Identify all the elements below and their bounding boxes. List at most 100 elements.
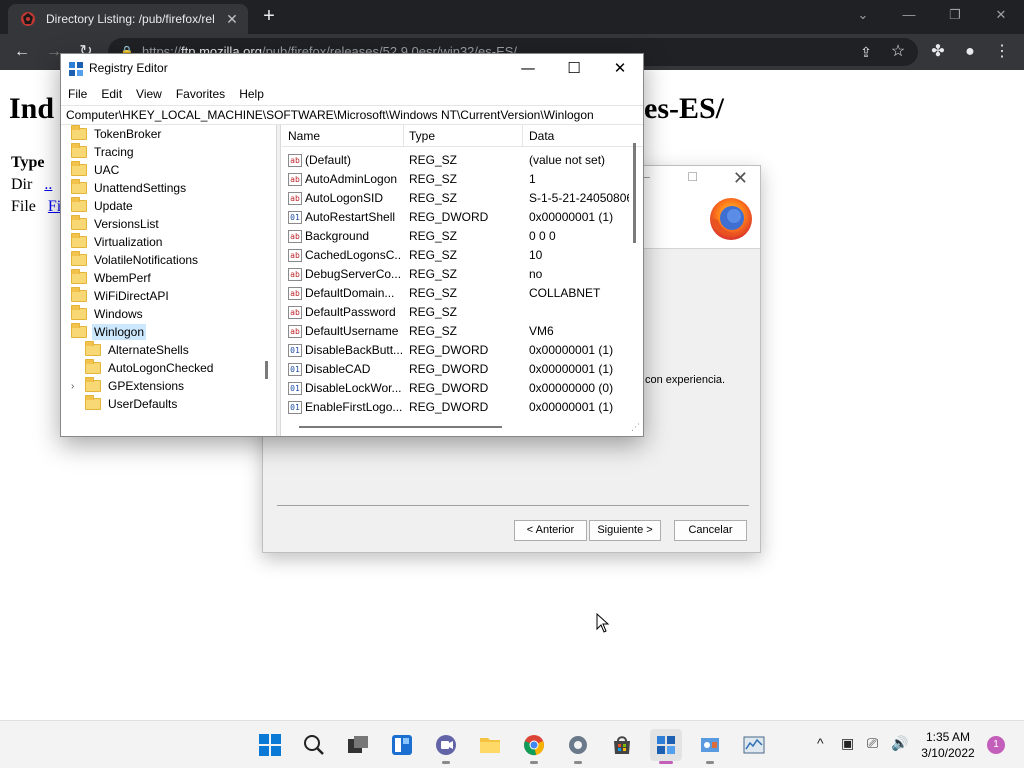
registry-value-row[interactable]: ab CachedLogonsC... REG_SZ 10 [282,246,643,265]
tree-key-windows[interactable]: Windows [67,305,145,323]
tree-key-gpextensions[interactable]: › GPExtensions [71,377,186,395]
browser-menu-icon[interactable]: ⋮ [990,40,1014,64]
registry-values-list[interactable]: Name Type Data ab (Default) REG_SZ (value n… [282,125,643,436]
teams-chat-icon[interactable] [430,729,462,764]
string-value-icon: ab [288,249,302,262]
browser-restore-icon[interactable]: ❐ [932,0,978,30]
menu-help[interactable]: Help [232,84,271,104]
back-arrow-icon[interactable]: ← [10,40,34,64]
registry-value-row[interactable]: 01 DisableCAD REG_DWORD 0x00000001 (1) [282,360,643,379]
value-type: REG_SZ [409,229,458,243]
listing-link-parent[interactable]: .. [44,176,52,193]
installer-close-icon[interactable]: ✕ [733,168,748,189]
regedit-address-bar[interactable]: Computer\HKEY_LOCAL_MACHINE\SOFTWARE\Mic… [61,105,643,125]
registry-value-row[interactable]: ab AutoAdminLogon REG_SZ 1 [282,170,643,189]
menu-edit[interactable]: Edit [94,84,129,104]
expand-chevron-icon[interactable]: › [71,381,81,392]
regedit-close-icon[interactable]: ✕ [597,54,643,84]
registry-value-row[interactable]: ab DefaultDomain... REG_SZ COLLABNET [282,284,643,303]
value-data: S-1-5-21-24050806 [529,191,629,205]
tree-key-volatilenotifications[interactable]: VolatileNotifications [67,251,200,269]
registry-value-row[interactable]: 01 EnableFirstLogo... REG_DWORD 0x00000001 … [282,398,643,417]
binary-value-icon: 01 [288,344,302,357]
menu-view[interactable]: View [129,84,169,104]
value-data: 10 [529,248,543,262]
tree-key-tokenbroker[interactable]: TokenBroker [67,125,163,143]
menu-favorites[interactable]: Favorites [169,84,232,104]
registry-key-tree[interactable]: TokenBroker Tracing UAC UnattendSettings Upd… [61,125,277,436]
registry-value-row[interactable]: 01 DisableLockWor... REG_DWORD 0x00000000 (… [282,379,643,398]
taskbar-clock[interactable]: 1:35 AM 3/10/2022 [918,729,978,761]
tab-close-icon[interactable]: ✕ [224,11,240,28]
regedit-minimize-icon[interactable]: — [505,54,551,84]
task-view-icon[interactable] [342,729,374,761]
column-header-name[interactable]: Name [288,129,320,143]
back-button[interactable]: < Anterior [514,520,587,541]
search-icon[interactable] [298,729,330,761]
tab-search-chevron-icon[interactable]: ⌄ [840,0,886,30]
installer-maximize-icon[interactable]: ☐ [687,170,698,184]
volume-icon[interactable]: 🔊 [891,735,908,752]
binary-value-icon: 01 [288,401,302,414]
tree-key-virtualization[interactable]: Virtualization [67,233,164,251]
registry-value-row[interactable]: ab DebugServerCo... REG_SZ no [282,265,643,284]
registry-value-row[interactable]: ab DefaultUsername REG_SZ VM6 [282,322,643,341]
file-explorer-icon[interactable] [474,729,506,761]
regedit-icon[interactable] [650,729,682,764]
folder-icon [71,233,87,248]
folder-icon [71,215,87,230]
values-horizontal-scrollbar[interactable] [299,426,502,428]
tree-key-wbemperf[interactable]: WbemPerf [67,269,153,287]
chrome-icon[interactable] [518,729,550,764]
registry-value-row[interactable]: ab Background REG_SZ 0 0 0 [282,227,643,246]
tray-overflow-chevron-icon[interactable]: ^ [817,735,824,751]
binary-value-icon: 01 [288,382,302,395]
widgets-icon[interactable] [386,729,418,761]
registry-value-row[interactable]: ab DefaultPassword REG_SZ [282,303,643,322]
firefox-logo-icon [710,198,752,240]
registry-value-row[interactable]: 01 DisableBackButt... REG_DWORD 0x00000001 … [282,341,643,360]
regedit-title-bar[interactable]: Registry Editor — ☐ ✕ [61,54,643,84]
tree-key-update[interactable]: Update [67,197,135,215]
tree-key-label: Winlogon [92,324,147,340]
pane-splitter[interactable] [277,125,281,436]
vm-tools-icon[interactable]: ▣ [841,735,854,752]
tree-key-wifidirectapi[interactable]: WiFiDirectAPI [67,287,171,305]
registry-value-row[interactable]: 01 AutoRestartShell REG_DWORD 0x00000001 (1… [282,208,643,227]
tree-key-alternateshells[interactable]: AlternateShells [71,341,191,359]
column-header-data[interactable]: Data [529,129,554,143]
tree-key-uac[interactable]: UAC [67,161,121,179]
value-name: DefaultPassword [305,305,396,319]
bookmark-star-icon[interactable]: ☆ [886,40,910,64]
new-tab-button[interactable]: + [258,6,280,28]
menu-file[interactable]: File [61,84,94,104]
tree-key-userdefaults[interactable]: UserDefaults [71,395,179,413]
tree-key-autologonchecked[interactable]: AutoLogonChecked [71,359,215,377]
network-icon[interactable]: ⎚ [867,735,878,752]
tree-key-tracing[interactable]: Tracing [67,143,136,161]
share-icon[interactable]: ⇪ [854,40,878,64]
tree-vertical-scrollbar[interactable] [265,361,268,379]
windows-start-icon[interactable] [254,729,286,761]
regedit-app-icon [69,62,83,76]
extensions-puzzle-icon[interactable]: ✤ [926,40,950,64]
browser-tab[interactable]: Directory Listing: /pub/firefox/rel ✕ [8,4,248,34]
registry-value-row[interactable]: ab (Default) REG_SZ (value not set) [282,151,643,170]
cancel-button[interactable]: Cancelar [674,520,747,541]
tree-key-versionslist[interactable]: VersionsList [67,215,161,233]
profile-avatar-icon[interactable]: ● [958,40,982,64]
resize-grip-icon[interactable]: ⋰ [631,423,640,433]
notification-badge[interactable]: 1 [987,736,1005,754]
registry-value-row[interactable]: ab AutoLogonSID REG_SZ S-1-5-21-24050806 [282,189,643,208]
settings-icon[interactable] [562,729,594,764]
next-button[interactable]: Siguiente > [589,520,661,541]
regedit-maximize-icon[interactable]: ☐ [551,54,597,84]
column-header-type[interactable]: Type [409,129,435,143]
control-panel-icon[interactable] [694,729,726,764]
task-manager-icon[interactable] [738,729,770,761]
store-icon[interactable] [606,729,638,761]
tree-key-unattendsettings[interactable]: UnattendSettings [67,179,188,197]
tree-key-winlogon[interactable]: Winlogon [67,323,147,341]
browser-minimize-icon[interactable]: — [886,0,932,30]
browser-close-icon[interactable]: ✕ [978,0,1024,30]
